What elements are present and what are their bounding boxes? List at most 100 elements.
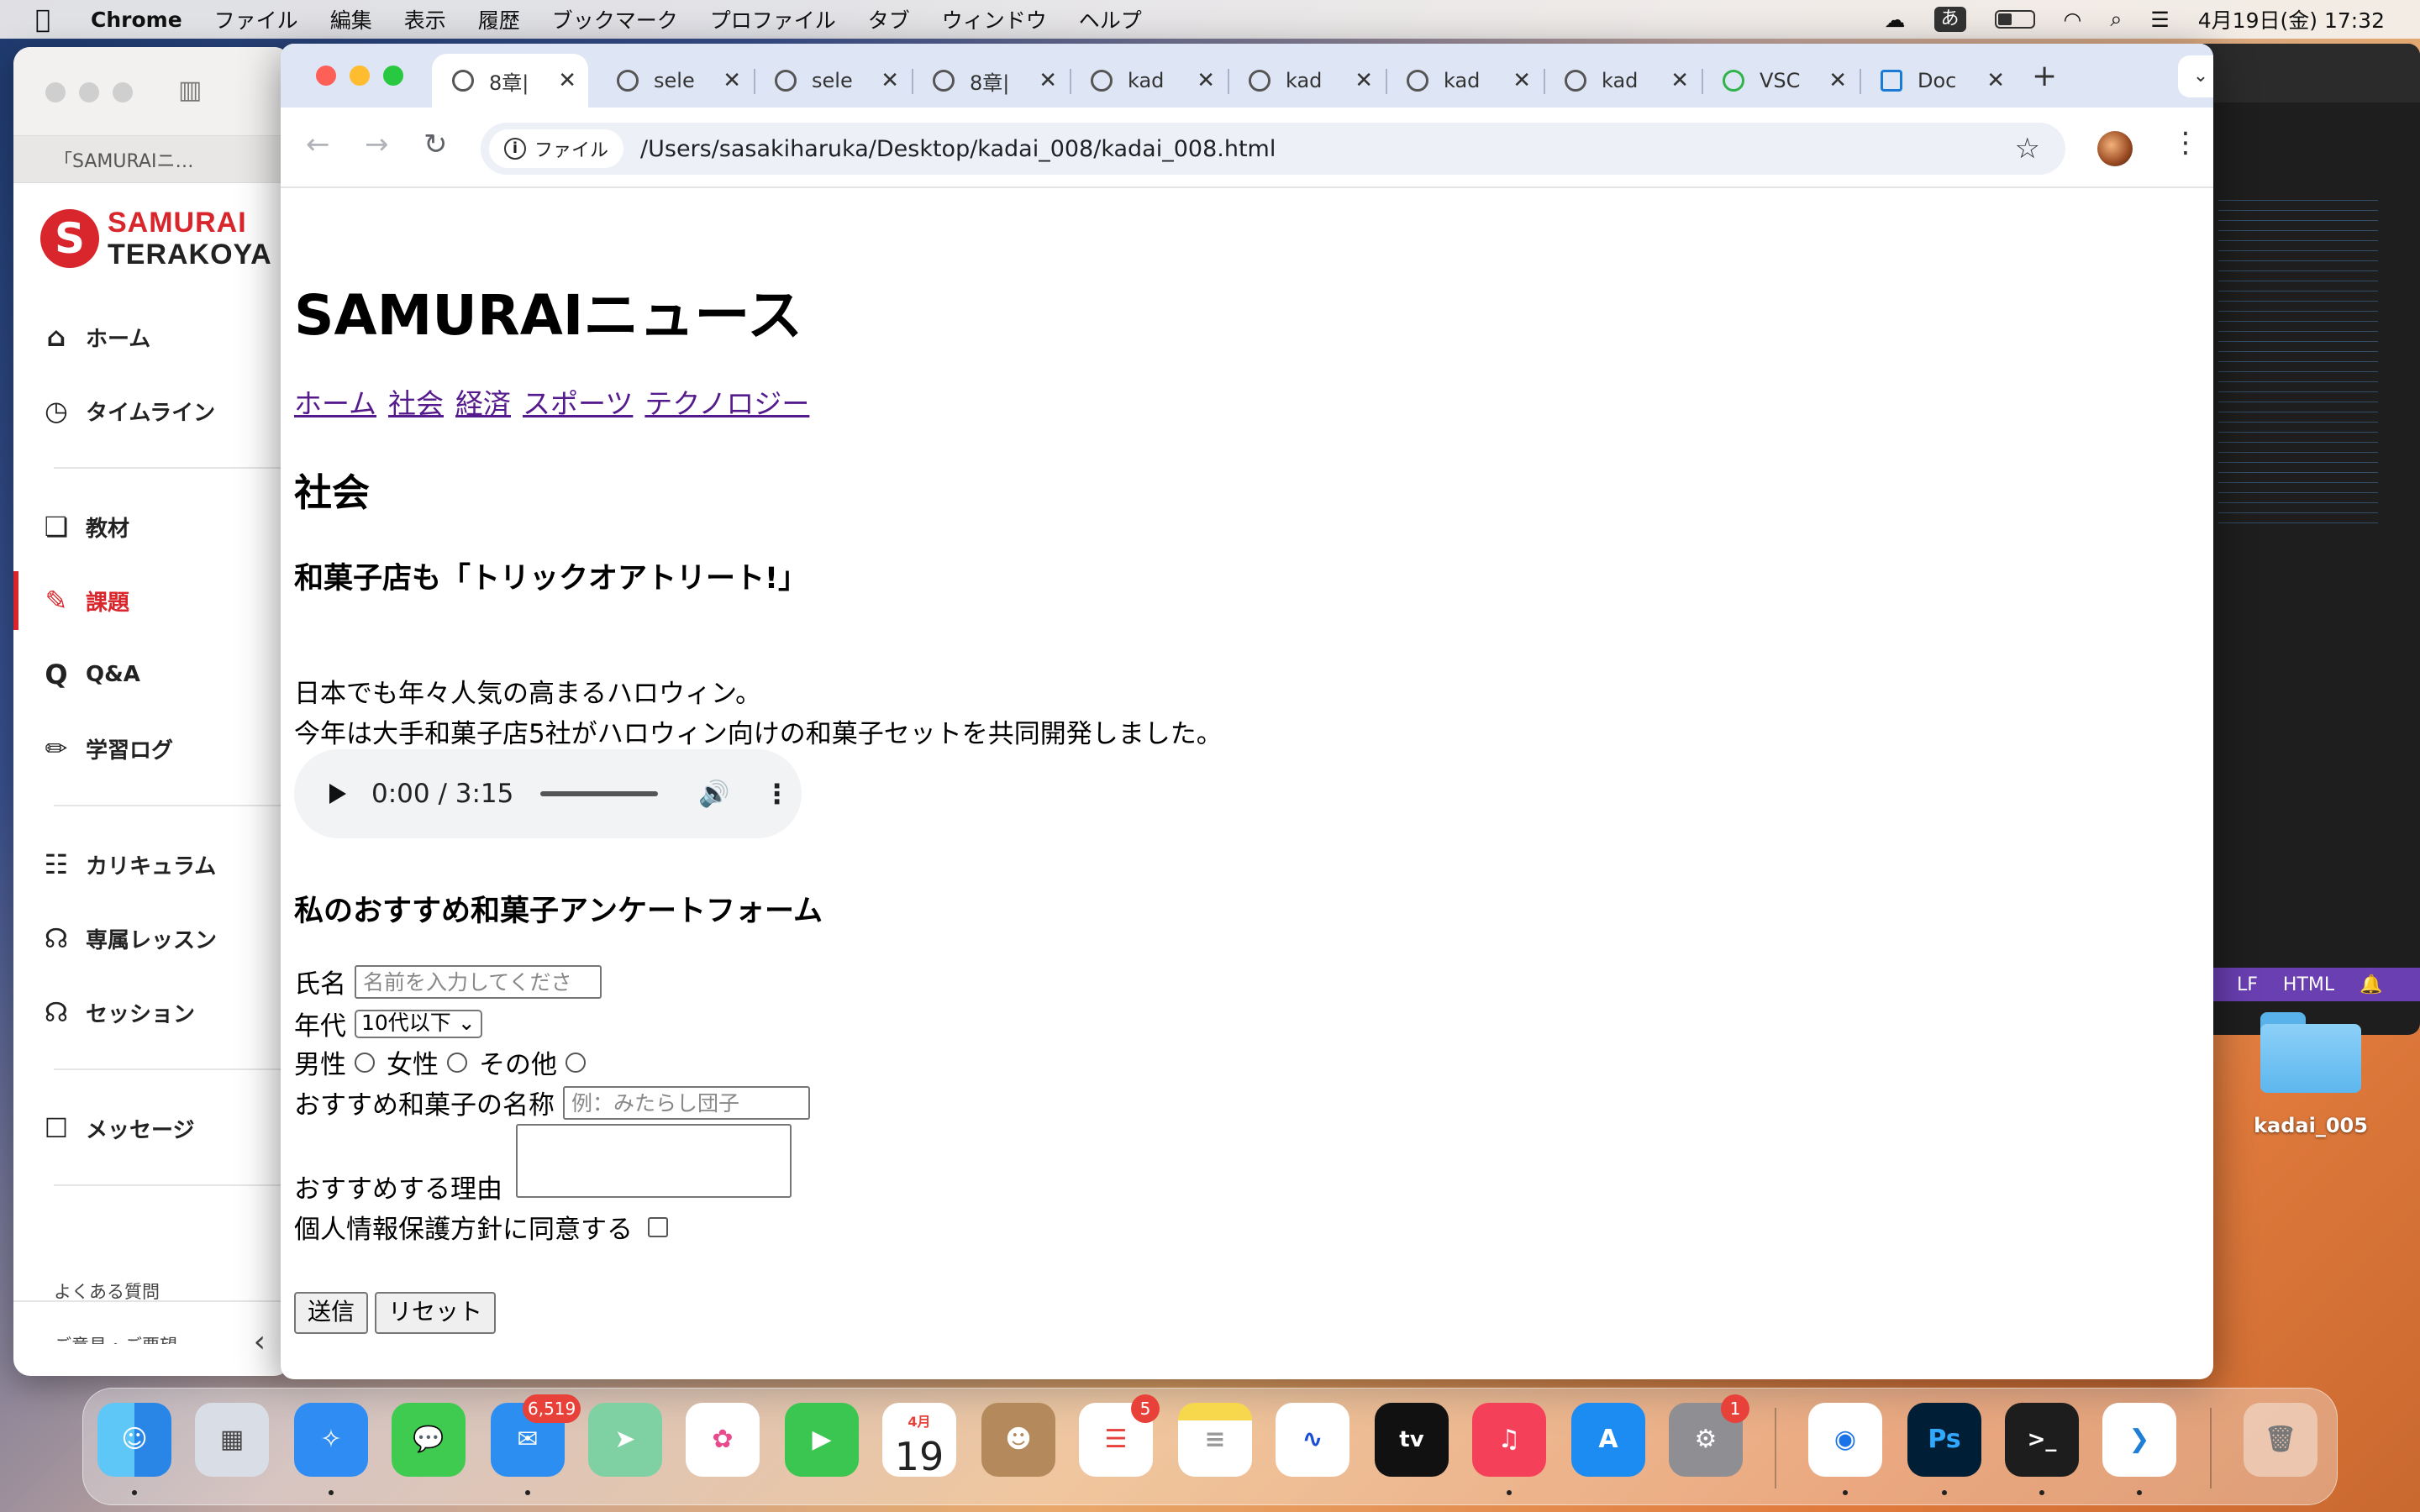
reload-button[interactable]: ↻: [424, 128, 448, 161]
tab-4[interactable]: 8章| ✕: [913, 54, 1069, 108]
menu-profile[interactable]: プロファイル: [710, 4, 836, 34]
tab-9[interactable]: VSC ✕: [1702, 54, 1859, 108]
reason-textarea[interactable]: [516, 1124, 792, 1198]
close-tab-icon[interactable]: ✕: [1039, 68, 1057, 93]
privacy-checkbox[interactable]: [648, 1216, 668, 1237]
nav-link-economy[interactable]: 経済: [455, 381, 511, 422]
samurai-logo[interactable]: SAMURAITERAKOYA: [40, 207, 272, 270]
menu-edit[interactable]: 編集: [330, 4, 372, 34]
menu-file[interactable]: ファイル: [214, 4, 298, 34]
sidebar-item-timeline[interactable]: ◷ タイムライン: [13, 381, 291, 440]
launchpad-icon[interactable]: ▦: [195, 1403, 269, 1477]
safari-icon[interactable]: ✧: [294, 1403, 368, 1477]
menu-help[interactable]: ヘルプ: [1079, 4, 1142, 34]
nav-link-home[interactable]: ホーム: [294, 381, 376, 422]
tab-1[interactable]: 8章| ✕: [432, 54, 588, 108]
bell-icon[interactable]: 🔔: [2360, 974, 2382, 995]
app-store-icon[interactable]: A: [1571, 1403, 1645, 1477]
site-info-chip[interactable]: i ファイル: [489, 129, 624, 168]
maps-icon[interactable]: ➤: [588, 1403, 662, 1477]
spotlight-icon[interactable]: ⌕: [2110, 7, 2122, 32]
freeform-icon[interactable]: ∿: [1276, 1403, 1349, 1477]
control-center-icon[interactable]: ☰: [2150, 8, 2169, 32]
zoom-button[interactable]: [383, 66, 403, 86]
menu-app-name[interactable]: Chrome: [91, 8, 182, 32]
url-text[interactable]: /Users/sasakiharuka/Desktop/kadai_008/ka…: [640, 136, 1276, 162]
sidebar-item-assignments[interactable]: ✎ 課題: [13, 571, 291, 630]
close-tab-icon[interactable]: ✕: [1355, 68, 1373, 93]
apple-tv-icon[interactable]: tv: [1375, 1403, 1449, 1477]
close-tab-icon[interactable]: ✕: [1197, 68, 1215, 93]
folder-icon[interactable]: [2260, 1012, 2361, 1093]
messages-icon[interactable]: 💬: [392, 1403, 466, 1477]
nav-link-sports[interactable]: スポーツ: [523, 381, 633, 422]
audio-progress-slider[interactable]: [540, 791, 659, 796]
finder-icon[interactable]: ☺: [97, 1403, 171, 1477]
close-button[interactable]: [316, 66, 336, 86]
close-tab-icon[interactable]: ✕: [558, 68, 576, 93]
apple-icon[interactable]: : [35, 5, 50, 34]
music-icon[interactable]: ♫: [1472, 1403, 1546, 1477]
sidebar-item-lessons[interactable]: ☊ 専属レッスン: [13, 909, 291, 968]
sidebar-item-home[interactable]: ⌂ ホーム: [13, 307, 291, 366]
gender-other-radio[interactable]: [566, 1052, 586, 1073]
zoom-button[interactable]: [113, 82, 133, 102]
close-tab-icon[interactable]: ✕: [1986, 68, 2005, 93]
wifi-icon[interactable]: ◠: [2064, 8, 2082, 32]
terminal-icon[interactable]: >_: [2005, 1403, 2079, 1477]
status-line-ending[interactable]: LF: [2237, 974, 2258, 995]
sweet-input[interactable]: 例：みたらし団子: [563, 1085, 810, 1120]
tab-2[interactable]: sele ✕: [597, 54, 753, 108]
volume-icon[interactable]: 🔊: [698, 780, 729, 809]
play-icon[interactable]: [329, 784, 346, 804]
battery-icon[interactable]: [1994, 10, 2035, 29]
reset-button[interactable]: リセット: [375, 1292, 497, 1334]
menu-clock[interactable]: 4月19日(金) 17:32: [2198, 4, 2385, 34]
name-input[interactable]: 名前を入力してくださ: [355, 964, 602, 999]
vscode-dock-icon[interactable]: ❯: [2102, 1403, 2176, 1477]
tab-7[interactable]: kad ✕: [1386, 54, 1543, 108]
nav-link-technology[interactable]: テクノロジー: [644, 381, 809, 422]
status-language[interactable]: HTML: [2283, 974, 2334, 995]
address-bar[interactable]: i ファイル /Users/sasakiharuka/Desktop/kadai_…: [481, 123, 2065, 175]
photoshop-icon[interactable]: Ps: [1907, 1403, 1981, 1477]
samurai-tab[interactable]: 「SAMURAIニ…: [13, 136, 291, 183]
profile-avatar[interactable]: [2097, 131, 2133, 166]
sidebar-item-materials[interactable]: ❏ 教材: [13, 497, 291, 556]
tab-6[interactable]: kad ✕: [1228, 54, 1385, 108]
nav-link-society[interactable]: 社会: [388, 381, 444, 422]
sidebar-item-qa[interactable]: Q Q&A: [13, 645, 291, 704]
tab-5[interactable]: kad ✕: [1071, 54, 1227, 108]
menu-tab[interactable]: タブ: [868, 4, 910, 34]
calendar-icon[interactable]: 4月 19: [882, 1403, 956, 1478]
sidebar-item-messages[interactable]: ☐ メッセージ: [13, 1099, 291, 1158]
close-tab-icon[interactable]: ✕: [723, 68, 741, 93]
facetime-icon[interactable]: ▶: [785, 1403, 859, 1477]
more-options-icon[interactable]: ⋮: [764, 778, 791, 810]
new-tab-button[interactable]: +: [2032, 59, 2057, 93]
creative-cloud-icon[interactable]: ☁: [1885, 8, 1906, 32]
chrome-menu-icon[interactable]: ⋮: [2171, 126, 2200, 160]
folder-label[interactable]: kadai_005: [2235, 1114, 2386, 1137]
tab-3[interactable]: sele ✕: [755, 54, 911, 108]
contacts-icon[interactable]: ☻: [981, 1403, 1055, 1477]
tab-10[interactable]: Doc ✕: [1860, 54, 2017, 108]
tab-8[interactable]: kad ✕: [1544, 54, 1701, 108]
gender-male-radio[interactable]: [355, 1052, 375, 1073]
notes-icon[interactable]: ≡: [1178, 1403, 1252, 1477]
sidebar-toggle-icon[interactable]: ▥: [178, 76, 202, 105]
collapse-chevron-icon[interactable]: ‹: [254, 1325, 266, 1359]
sidebar-item-learning-log[interactable]: ✏ 学習ログ: [13, 719, 291, 778]
audio-player[interactable]: 0:00 / 3:15 🔊 ⋮: [294, 749, 802, 838]
close-tab-icon[interactable]: ✕: [1828, 68, 1847, 93]
sidebar-item-session[interactable]: ☊ セッション: [13, 983, 291, 1042]
close-button[interactable]: [45, 82, 66, 102]
close-tab-icon[interactable]: ✕: [881, 68, 899, 93]
close-tab-icon[interactable]: ✕: [1512, 68, 1531, 93]
age-select[interactable]: 10代以下 ⌄: [355, 1009, 482, 1038]
minimize-button[interactable]: [79, 82, 99, 102]
chrome-icon[interactable]: ◉: [1808, 1403, 1882, 1477]
submit-button[interactable]: 送信: [294, 1292, 369, 1334]
gender-female-radio[interactable]: [447, 1052, 467, 1073]
tab-search-chevron-icon[interactable]: ⌄: [2178, 55, 2213, 97]
